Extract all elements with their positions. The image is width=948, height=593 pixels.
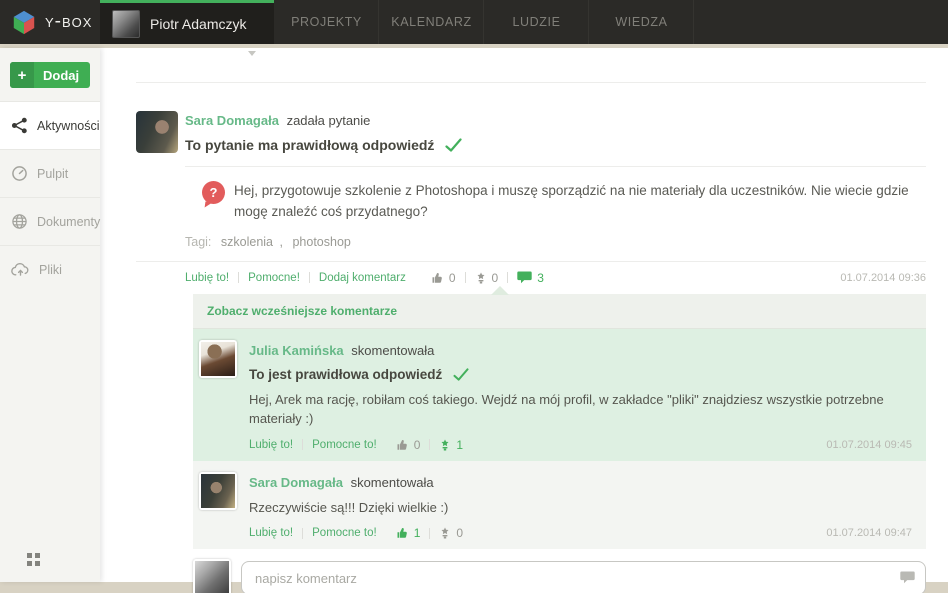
like-link[interactable]: Lubię to! — [249, 439, 293, 451]
helpful-count: 0 — [439, 526, 463, 540]
correct-answer-check-icon — [445, 138, 462, 152]
medal-icon — [475, 272, 487, 284]
comment-timestamp: 01.07.2014 09:45 — [826, 439, 912, 451]
question-action-row: Lubię to! Pomocne! Dodaj komentarz 0 — [185, 271, 926, 285]
dashboard-icon — [11, 165, 28, 182]
helpful-link[interactable]: Pomocne! — [248, 272, 300, 284]
question-status-text: To pytanie ma prawidłową odpowiedź — [185, 137, 434, 153]
tags-label: Tagi: — [185, 235, 211, 249]
thumb-up-icon — [397, 439, 409, 451]
helpful-link[interactable]: Pomocne to! — [312, 439, 377, 451]
thumb-up-icon — [432, 272, 444, 284]
tag-szkolenia[interactable]: szkolenia — [221, 235, 273, 249]
user-name: Piotr Adamczyk — [150, 16, 246, 32]
medal-icon — [439, 439, 451, 451]
likes-count: 0 — [432, 271, 456, 285]
comment-status-text: To jest prawidłowa odpowiedź — [249, 367, 442, 382]
helpful-count: 0 — [475, 271, 499, 285]
sidebar-item-aktywnosci[interactable]: Aktywności — [0, 101, 100, 149]
sidebar-item-pliki[interactable]: Pliki — [0, 245, 100, 293]
cube-logo-icon — [11, 9, 37, 35]
comment-author-avatar[interactable] — [199, 472, 237, 510]
like-link[interactable]: Lubię to! — [249, 527, 293, 539]
tab-kalendarz[interactable]: KALENDARZ — [379, 0, 484, 44]
comments-section: Zobacz wcześniejsze komentarze Julia Kam… — [193, 294, 926, 550]
medal-icon — [439, 527, 451, 539]
like-link[interactable]: Lubię to! — [185, 272, 229, 284]
top-navbar: y-box Piotr Adamczyk PROJEKTY KALENDARZ … — [0, 0, 948, 44]
divider — [136, 261, 926, 262]
helpful-count: 1 — [439, 438, 463, 452]
apps-grid-icon[interactable] — [27, 553, 40, 566]
current-user-avatar — [193, 559, 231, 593]
question-author-name[interactable]: Sara Domagała — [185, 113, 279, 128]
new-comment-row — [193, 559, 926, 593]
thumb-up-icon — [397, 527, 409, 539]
comment-body: Rzeczywiście są!!! Dzięki wielkie :) — [249, 499, 912, 518]
helpful-link[interactable]: Pomocne to! — [312, 527, 377, 539]
comment-body: Hej, Arek ma rację, robiłam coś takiego.… — [249, 391, 912, 429]
feed-panel: Sara Domagała zadała pytanie To pytanie … — [100, 48, 948, 582]
question-body: Hej, przygotowuje szkolenie z Photoshopa… — [234, 181, 926, 223]
comment-author-name[interactable]: Sara Domagała — [249, 475, 343, 490]
chat-bubble-icon — [517, 271, 532, 284]
comment-author-name[interactable]: Julia Kamińska — [249, 343, 344, 358]
question-verb: zadała pytanie — [287, 113, 371, 128]
comment-julia: Julia Kamińska skomentowała To jest praw… — [193, 329, 926, 461]
tab-wiedza[interactable]: WIEDZA — [589, 0, 694, 44]
tag-photoshop[interactable]: photoshop — [292, 235, 350, 249]
likes-count: 0 — [397, 438, 421, 452]
comments-count: 3 — [517, 271, 544, 285]
comments-pointer — [491, 286, 509, 295]
question-timestamp: 01.07.2014 09:36 — [840, 272, 926, 284]
question-bubble-icon: ? — [202, 181, 225, 204]
show-earlier-comments-link[interactable]: Zobacz wcześniejsze komentarze — [193, 294, 926, 329]
tab-projekty[interactable]: PROJEKTY — [274, 0, 379, 44]
comment-sara: Sara Domagała skomentowała Rzeczywiście … — [193, 461, 926, 550]
left-sidebar: + Dodaj Aktywności Pulpit — [0, 48, 100, 582]
tab-user-profile[interactable]: Piotr Adamczyk — [100, 0, 274, 44]
tab-ludzie[interactable]: LUDZIE — [484, 0, 589, 44]
globe-icon — [11, 213, 28, 230]
sidebar-item-pulpit[interactable]: Pulpit — [0, 149, 100, 197]
question-author-avatar[interactable] — [136, 111, 178, 153]
question-post: Sara Domagała zadała pytanie To pytanie … — [136, 111, 926, 167]
comment-input[interactable] — [241, 561, 926, 593]
brand-name: y-box — [45, 11, 92, 33]
brand-logo[interactable]: y-box — [0, 0, 100, 44]
comment-timestamp: 01.07.2014 09:47 — [826, 527, 912, 539]
user-avatar — [112, 10, 140, 38]
correct-answer-check-icon — [453, 368, 469, 381]
add-comment-link[interactable]: Dodaj komentarz — [319, 272, 406, 284]
collapsed-dropdown-caret-icon[interactable] — [245, 51, 259, 59]
comment-bubble-icon[interactable] — [900, 571, 915, 584]
add-button[interactable]: + Dodaj — [10, 62, 90, 88]
divider — [136, 82, 926, 83]
share-icon — [11, 117, 28, 134]
comment-author-avatar[interactable] — [199, 340, 237, 378]
sidebar-item-dokumenty[interactable]: Dokumenty — [0, 197, 100, 245]
question-tags: Tagi: szkolenia , photoshop — [185, 235, 926, 249]
plus-icon: + — [10, 62, 34, 88]
cloud-upload-icon — [11, 261, 30, 278]
likes-count: 1 — [397, 526, 421, 540]
